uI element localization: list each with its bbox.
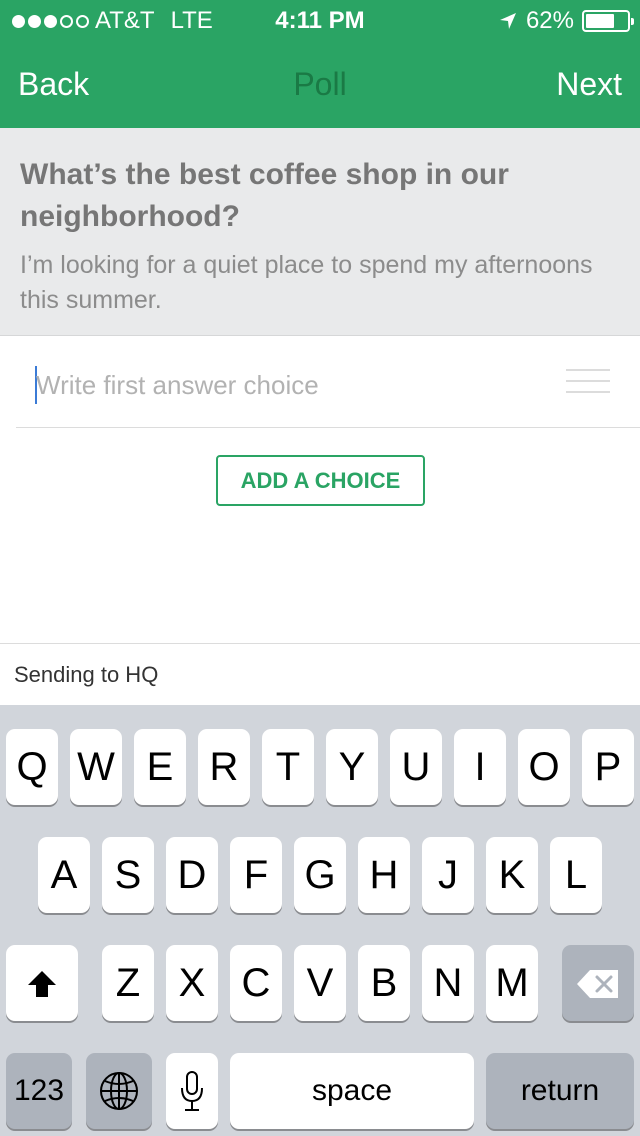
key-o[interactable]: O	[518, 729, 570, 805]
poll-question-panel: What’s the best coffee shop in our neigh…	[0, 128, 640, 336]
question-description: I’m looking for a quiet place to spend m…	[20, 251, 593, 314]
shift-arrow-icon	[28, 971, 56, 997]
key-d[interactable]: D	[166, 837, 218, 913]
question-title: What’s the best coffee shop in our neigh…	[20, 158, 509, 233]
next-button[interactable]: Next	[556, 66, 622, 103]
globe-key[interactable]	[86, 1053, 152, 1129]
battery-percent: 62%	[525, 7, 574, 34]
key-z[interactable]: Z	[102, 945, 154, 1021]
key-y[interactable]: Y	[326, 729, 378, 805]
key-q[interactable]: Q	[6, 729, 58, 805]
microphone-icon	[181, 1071, 203, 1111]
numbers-key[interactable]: 123	[6, 1053, 72, 1129]
key-b[interactable]: B	[358, 945, 410, 1021]
delete-key[interactable]	[562, 945, 634, 1021]
key-t[interactable]: T	[262, 729, 314, 805]
key-h[interactable]: H	[358, 837, 410, 913]
shift-key[interactable]	[6, 945, 78, 1021]
nav-bar: Back Poll Next	[0, 40, 640, 128]
page-title: Poll	[293, 66, 347, 102]
battery-icon	[582, 10, 634, 32]
key-j[interactable]: J	[422, 837, 474, 913]
status-bar: AT&T LTE 4:11 PM 62%	[0, 0, 640, 40]
answer-placeholder: Write first answer choice	[36, 370, 319, 400]
key-a[interactable]: A	[38, 837, 90, 913]
key-m[interactable]: M	[486, 945, 538, 1021]
key-x[interactable]: X	[166, 945, 218, 1021]
key-i[interactable]: I	[454, 729, 506, 805]
key-c[interactable]: C	[230, 945, 282, 1021]
key-e[interactable]: E	[134, 729, 186, 805]
return-key[interactable]: return	[486, 1053, 634, 1129]
space-key[interactable]: space	[230, 1053, 474, 1129]
key-l[interactable]: L	[550, 837, 602, 913]
key-k[interactable]: K	[486, 837, 538, 913]
backspace-icon	[577, 970, 618, 998]
key-r[interactable]: R	[198, 729, 250, 805]
key-n[interactable]: N	[422, 945, 474, 1021]
header-bar: AT&T LTE 4:11 PM 62% Back Poll Next	[0, 0, 640, 128]
dictation-key[interactable]	[166, 1053, 218, 1129]
key-v[interactable]: V	[294, 945, 346, 1021]
key-f[interactable]: F	[230, 837, 282, 913]
add-choice-button[interactable]: ADD A CHOICE	[216, 455, 425, 506]
key-p[interactable]: P	[582, 729, 634, 805]
sending-to-label: Sending to HQ	[0, 643, 640, 705]
answer-choice-field[interactable]: Write first answer choice	[16, 336, 640, 428]
key-u[interactable]: U	[390, 729, 442, 805]
reorder-handle-icon[interactable]	[566, 369, 610, 395]
key-w[interactable]: W	[70, 729, 122, 805]
keyboard: Q W E R T Y U I O P A S D F G H J K L Z …	[0, 705, 640, 1136]
location-arrow-icon	[499, 13, 516, 29]
key-g[interactable]: G	[294, 837, 346, 913]
globe-icon	[100, 1072, 138, 1110]
key-s[interactable]: S	[102, 837, 154, 913]
